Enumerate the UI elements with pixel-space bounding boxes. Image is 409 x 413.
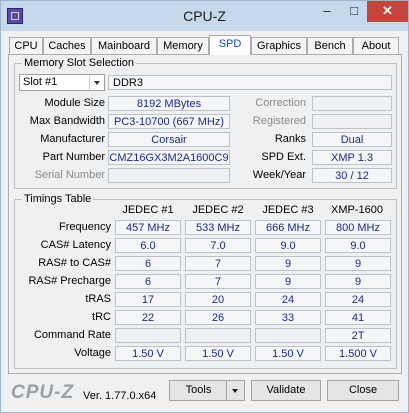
timing-row-label: RAS# Precharge bbox=[28, 275, 111, 287]
timings-column-header: XMP-1600 bbox=[331, 204, 383, 216]
timing-cell: 17 bbox=[115, 292, 181, 307]
timings-column-header: JEDEC #1 bbox=[122, 204, 174, 216]
timing-cell: 26 bbox=[185, 310, 251, 325]
registered-label: Registered bbox=[252, 115, 306, 127]
timings-table-group: Timings Table JEDEC #1 JEDEC #2 JEDEC #3… bbox=[14, 193, 397, 369]
cpuz-logo: CPU-Z bbox=[11, 382, 75, 403]
timing-row-label: RAS# to CAS# bbox=[38, 257, 111, 269]
manufacturer-label: Manufacturer bbox=[40, 133, 105, 145]
timing-cell: 33 bbox=[255, 310, 321, 325]
timing-row-label: Frequency bbox=[59, 221, 111, 233]
tab-mainboard[interactable]: Mainboard bbox=[91, 37, 157, 54]
maximize-button[interactable]: □ bbox=[341, 1, 367, 22]
timing-cell: 24 bbox=[325, 292, 391, 307]
timing-cell: 1.50 V bbox=[115, 346, 181, 361]
part-number-label: Part Number bbox=[42, 151, 105, 163]
module-size-label: Module Size bbox=[44, 97, 105, 109]
max-bandwidth-label: Max Bandwidth bbox=[29, 115, 105, 127]
timings-table-legend: Timings Table bbox=[22, 193, 94, 205]
timing-cell: 800 MHz bbox=[325, 220, 391, 235]
timing-row-label: tRAS bbox=[85, 293, 111, 305]
timing-row-label: Voltage bbox=[74, 347, 111, 359]
timing-cell: 1.500 V bbox=[325, 346, 391, 361]
tab-graphics[interactable]: Graphics bbox=[251, 37, 307, 54]
tab-about[interactable]: About bbox=[353, 37, 399, 54]
timing-cell: 9.0 bbox=[325, 238, 391, 253]
part-number-value: CMZ16GX3M2A1600C9 bbox=[108, 150, 230, 165]
timing-cell: 7.0 bbox=[185, 238, 251, 253]
week-year-value: 30 / 12 bbox=[312, 168, 392, 183]
module-size-value: 8192 MBytes bbox=[108, 96, 230, 111]
ranks-value: Dual bbox=[312, 132, 392, 147]
timing-cell: 533 MHz bbox=[185, 220, 251, 235]
timing-cell: 1.50 V bbox=[255, 346, 321, 361]
timing-row-label: Command Rate bbox=[33, 329, 111, 341]
timing-cell: 1.50 V bbox=[185, 346, 251, 361]
memory-slot-group: Memory Slot Selection Slot #1 DDR3 Modul… bbox=[14, 57, 397, 189]
minimize-button[interactable]: – bbox=[313, 1, 341, 22]
tab-memory[interactable]: Memory bbox=[157, 37, 209, 54]
registered-value bbox=[312, 114, 392, 129]
spd-panel: Memory Slot Selection Slot #1 DDR3 Modul… bbox=[8, 54, 402, 374]
timing-cell: 41 bbox=[325, 310, 391, 325]
timing-row-label: CAS# Latency bbox=[40, 239, 111, 251]
cpuz-window: CPU-Z – □ ✕ CPU Caches Mainboard Memory … bbox=[0, 0, 409, 413]
memory-type-value: DDR3 bbox=[108, 75, 392, 90]
timing-cell: 7 bbox=[185, 274, 251, 289]
manufacturer-value: Corsair bbox=[108, 132, 230, 147]
serial-number-value bbox=[108, 168, 230, 183]
timing-cell: 22 bbox=[115, 310, 181, 325]
timing-cell: 457 MHz bbox=[115, 220, 181, 235]
correction-value bbox=[312, 96, 392, 111]
timing-cell: 20 bbox=[185, 292, 251, 307]
timing-cell: 9 bbox=[255, 274, 321, 289]
version-text: Ver. 1.77.0.x64 bbox=[83, 390, 157, 402]
tab-bench[interactable]: Bench bbox=[307, 37, 353, 54]
close-button[interactable]: Close bbox=[327, 380, 399, 401]
timing-cell: 6 bbox=[115, 256, 181, 271]
slot-select-value: Slot #1 bbox=[23, 76, 58, 88]
serial-number-label: Serial Number bbox=[34, 169, 105, 181]
timing-cell: 9 bbox=[325, 256, 391, 271]
tools-button[interactable]: Tools bbox=[169, 380, 245, 401]
max-bandwidth-value: PC3-10700 (667 MHz) bbox=[108, 114, 230, 129]
timing-cell bbox=[115, 328, 181, 343]
chevron-down-icon[interactable] bbox=[226, 381, 244, 400]
timing-row-label: tRC bbox=[92, 311, 111, 323]
timings-column-header: JEDEC #3 bbox=[262, 204, 314, 216]
title-bar[interactable]: CPU-Z – □ ✕ bbox=[1, 1, 408, 31]
timing-cell: 9.0 bbox=[255, 238, 321, 253]
timings-column-header: JEDEC #2 bbox=[192, 204, 244, 216]
spd-ext-label: SPD Ext. bbox=[261, 151, 306, 163]
chevron-down-icon[interactable] bbox=[89, 75, 104, 90]
timing-cell: 9 bbox=[325, 274, 391, 289]
slot-select[interactable]: Slot #1 bbox=[19, 74, 105, 91]
tab-caches[interactable]: Caches bbox=[43, 37, 91, 54]
close-window-button[interactable]: ✕ bbox=[367, 1, 408, 22]
timing-cell: 6.0 bbox=[115, 238, 181, 253]
timing-cell: 9 bbox=[255, 256, 321, 271]
correction-label: Correction bbox=[255, 97, 306, 109]
tools-button-label: Tools bbox=[185, 384, 212, 396]
validate-button[interactable]: Validate bbox=[251, 380, 321, 401]
tab-spd[interactable]: SPD bbox=[209, 35, 251, 55]
tab-cpu[interactable]: CPU bbox=[9, 37, 43, 54]
timing-cell bbox=[255, 328, 321, 343]
week-year-label: Week/Year bbox=[252, 169, 306, 181]
timing-cell: 7 bbox=[185, 256, 251, 271]
timing-cell: 24 bbox=[255, 292, 321, 307]
timing-cell: 6 bbox=[115, 274, 181, 289]
spd-ext-value: XMP 1.3 bbox=[312, 150, 392, 165]
timing-cell bbox=[185, 328, 251, 343]
memory-slot-legend: Memory Slot Selection bbox=[22, 57, 137, 69]
timing-cell: 666 MHz bbox=[255, 220, 321, 235]
timing-cell: 2T bbox=[325, 328, 391, 343]
ranks-label: Ranks bbox=[274, 133, 306, 145]
